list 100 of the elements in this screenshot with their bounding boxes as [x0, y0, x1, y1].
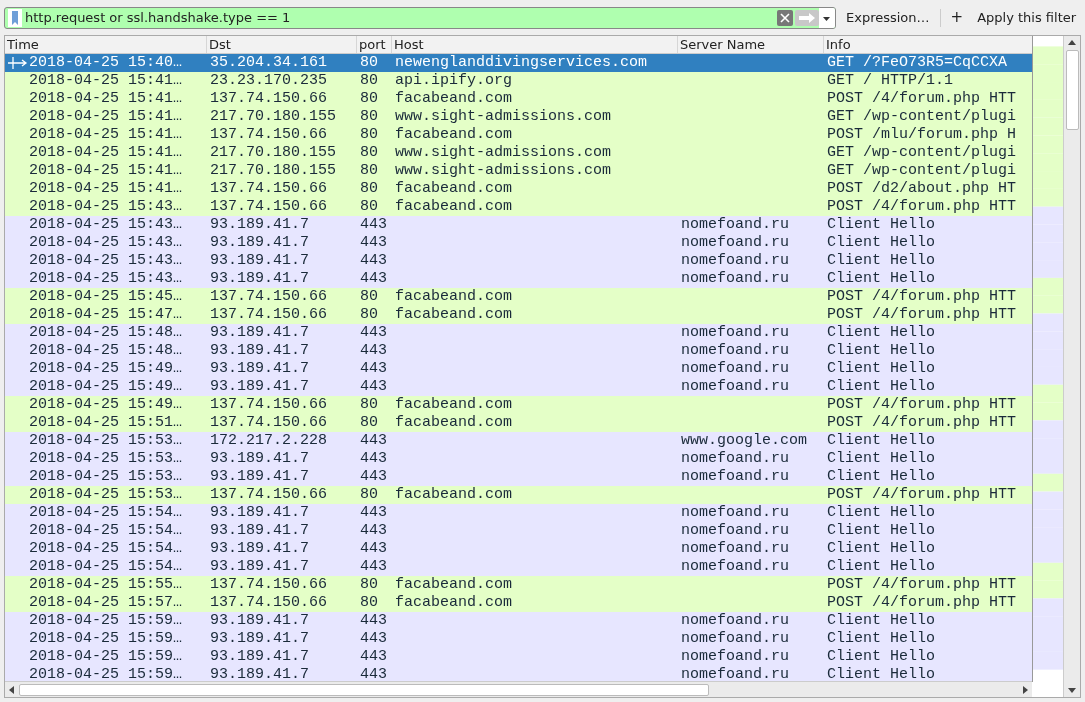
table-cell-text: 93.189.41.7 — [209, 648, 310, 666]
table-cell-text: nomefoand.ru — [680, 270, 790, 288]
packet-row[interactable]: 2018-04-25 15:53… 172.217.2.228 443 www.google.com Client Hello — [5, 432, 1032, 450]
scroll-right-icon[interactable] — [1021, 685, 1029, 694]
packet-row[interactable]: 2018-04-25 15:41… 217.70.180.155 80 www.sight-admissions.com GET /wp-content/plugi — [5, 162, 1032, 180]
table-cell-text: 217.70.180.155 — [209, 108, 337, 126]
filter-field[interactable]: http.request or ssl.handshake.type == 1 — [4, 6, 836, 29]
table-cell-text: POST /4/forum.php HTT — [826, 306, 1017, 324]
table-cell-text: 443 — [359, 324, 387, 342]
table-cell: 2018-04-25 15:59… — [29, 648, 183, 666]
packet-row[interactable]: 2018-04-25 15:59… 93.189.41.7 443 nomefoand.ru Client Hello — [5, 648, 1032, 666]
table-cell-text: Client Hello — [826, 378, 936, 396]
table-cell-text: facabeand.com — [394, 486, 513, 504]
table-cell-text: nomefoand.ru — [680, 468, 790, 486]
table-cell: 2018-04-25 15:59… — [29, 666, 183, 681]
packet-row[interactable]: 2018-04-25 15:41… 23.23.170.235 80 api.ipify.org GET / HTTP/1.1 — [5, 72, 1032, 90]
packet-row[interactable]: 2018-04-25 15:43… 93.189.41.7 443 nomefoand.ru Client Hello — [5, 252, 1032, 270]
packet-row[interactable]: 2018-04-25 15:54… 93.189.41.7 443 nomefoand.ru Client Hello — [5, 540, 1032, 558]
table-cell-text: 443 — [359, 378, 387, 396]
scroll-left-icon[interactable] — [8, 685, 16, 694]
packet-row[interactable]: 2018-04-25 15:49… 93.189.41.7 443 nomefoand.ru Client Hello — [5, 360, 1032, 378]
scrollbar-thumb[interactable] — [1065, 50, 1079, 130]
packet-row[interactable]: 2018-04-25 15:59… 93.189.41.7 443 nomefoand.ru Client Hello — [5, 666, 1032, 681]
table-cell-text: 137.74.150.66 — [209, 396, 328, 414]
table-cell-text: nomefoand.ru — [680, 612, 790, 630]
scroll-up-icon[interactable] — [1068, 39, 1076, 47]
table-cell-text: 443 — [359, 522, 387, 540]
packet-row[interactable]: 2018-04-25 15:41… 217.70.180.155 80 www.sight-admissions.com GET /wp-content/plugi — [5, 108, 1032, 126]
table-cell: 2018-04-25 15:41… — [29, 90, 183, 108]
packet-row[interactable]: 2018-04-25 15:54… 93.189.41.7 443 nomefoand.ru Client Hello — [5, 522, 1032, 540]
packet-row[interactable]: 2018-04-25 15:41… 137.74.150.66 80 facabeand.com POST /mlu/forum.php H — [5, 126, 1032, 144]
packet-row[interactable]: 2018-04-25 15:48… 93.189.41.7 443 nomefoand.ru Client Hello — [5, 324, 1032, 342]
table-cell-text: 93.189.41.7 — [209, 612, 310, 630]
table-cell-text: 80 — [359, 486, 378, 504]
table-cell-text: nomefoand.ru — [680, 378, 790, 396]
table-cell-text: 137.74.150.66 — [209, 180, 328, 198]
packet-row[interactable]: 2018-04-25 15:53… 137.74.150.66 80 facabeand.com POST /4/forum.php HTT — [5, 486, 1032, 504]
table-cell-text: 93.189.41.7 — [209, 630, 310, 648]
packet-row[interactable]: 2018-04-25 15:40… 35.204.34.161 80 newenglanddivingservices.com GET /?FeO73R5=CqCCXA — [5, 54, 1032, 72]
clear-icon[interactable] — [777, 9, 793, 26]
column-header[interactable]: Server Name — [678, 36, 824, 53]
packet-row[interactable]: 2018-04-25 15:49… 93.189.41.7 443 nomefoand.ru Client Hello — [5, 378, 1032, 396]
table-cell-text: POST /4/forum.php HTT — [826, 576, 1017, 594]
packet-row[interactable]: 2018-04-25 15:43… 137.74.150.66 80 facabeand.com POST /4/forum.php HTT — [5, 198, 1032, 216]
table-cell-text: 443 — [359, 234, 387, 252]
table-cell-text: 443 — [359, 558, 387, 576]
add-button[interactable]: + — [946, 6, 968, 29]
table-cell-text: 93.189.41.7 — [209, 378, 310, 396]
table-cell-text: 443 — [359, 468, 387, 486]
vertical-scrollbar[interactable] — [1063, 36, 1080, 697]
table-cell-text: 443 — [359, 666, 387, 681]
apply-filter-button[interactable]: Apply this filter — [973, 7, 1081, 28]
table-cell-text: 93.189.41.7 — [209, 252, 310, 270]
horizontal-scrollbar[interactable] — [5, 681, 1032, 697]
bookmark-icon[interactable] — [8, 8, 22, 27]
packet-row[interactable]: 2018-04-25 15:41… 217.70.180.155 80 www.sight-admissions.com GET /wp-content/plugi — [5, 144, 1032, 162]
packet-row[interactable]: 2018-04-25 15:54… 93.189.41.7 443 nomefoand.ru Client Hello — [5, 504, 1032, 522]
packet-row[interactable]: 2018-04-25 15:59… 93.189.41.7 443 nomefoand.ru Client Hello — [5, 612, 1032, 630]
table-cell-text: 80 — [359, 54, 378, 72]
table-cell-text: 137.74.150.66 — [209, 126, 328, 144]
packet-row[interactable]: 2018-04-25 15:53… 93.189.41.7 443 nomefoand.ru Client Hello — [5, 450, 1032, 468]
table-cell-text: facabeand.com — [394, 198, 513, 216]
table-cell-text: facabeand.com — [394, 594, 513, 612]
table-cell-text: 93.189.41.7 — [209, 450, 310, 468]
column-header[interactable]: Dst — [207, 36, 357, 53]
packet-row[interactable]: 2018-04-25 15:49… 137.74.150.66 80 facabeand.com POST /4/forum.php HTT — [5, 396, 1032, 414]
packet-row[interactable]: 2018-04-25 15:45… 137.74.150.66 80 facabeand.com POST /4/forum.php HTT — [5, 288, 1032, 306]
table-cell-text: Client Hello — [826, 450, 936, 468]
scrollbar-thumb[interactable] — [19, 683, 709, 696]
column-header[interactable]: Host — [392, 36, 678, 53]
table-cell-text: 93.189.41.7 — [209, 666, 310, 681]
packet-row[interactable]: 2018-04-25 15:53… 93.189.41.7 443 nomefoand.ru Client Hello — [5, 468, 1032, 486]
table-cell-text: 137.74.150.66 — [209, 576, 328, 594]
packet-row[interactable]: 2018-04-25 15:55… 137.74.150.66 80 facabeand.com POST /4/forum.php HTT — [5, 576, 1032, 594]
table-cell-text: Client Hello — [826, 234, 936, 252]
packet-row[interactable]: 2018-04-25 15:43… 93.189.41.7 443 nomefoand.ru Client Hello — [5, 234, 1032, 252]
table-cell: 2018-04-25 15:54… — [29, 558, 183, 576]
packet-row[interactable]: 2018-04-25 15:59… 93.189.41.7 443 nomefoand.ru Client Hello — [5, 630, 1032, 648]
table-cell: 2018-04-25 15:41… — [29, 162, 183, 180]
table-cell: 2018-04-25 15:54… — [29, 540, 183, 558]
scroll-down-icon[interactable] — [1068, 686, 1076, 694]
expression-button[interactable]: Expression… — [842, 7, 934, 28]
packet-row[interactable]: 2018-04-25 15:54… 93.189.41.7 443 nomefoand.ru Client Hello — [5, 558, 1032, 576]
column-header[interactable]: Time — [5, 36, 207, 53]
table-cell: 2018-04-25 15:54… — [29, 522, 183, 540]
table-cell-text: 35.204.34.161 — [209, 54, 328, 72]
table-cell: 2018-04-25 15:41… — [29, 180, 183, 198]
packet-row[interactable]: 2018-04-25 15:41… 137.74.150.66 80 facabeand.com POST /4/forum.php HTT — [5, 90, 1032, 108]
table-cell-text: POST /mlu/forum.php H — [826, 126, 1017, 144]
packet-row[interactable]: 2018-04-25 15:51… 137.74.150.66 80 facabeand.com POST /4/forum.php HTT — [5, 414, 1032, 432]
table-cell: 2018-04-25 15:51… — [29, 414, 183, 432]
dropdown-caret-icon[interactable] — [819, 7, 835, 28]
packet-row[interactable]: 2018-04-25 15:47… 137.74.150.66 80 facabeand.com POST /4/forum.php HTT — [5, 306, 1032, 324]
packet-row[interactable]: 2018-04-25 15:41… 137.74.150.66 80 facabeand.com POST /d2/about.php HT — [5, 180, 1032, 198]
packet-row[interactable]: 2018-04-25 15:57… 137.74.150.66 80 facabeand.com POST /4/forum.php HTT — [5, 594, 1032, 612]
packet-row[interactable]: 2018-04-25 15:43… 93.189.41.7 443 nomefoand.ru Client Hello — [5, 216, 1032, 234]
packet-row[interactable]: 2018-04-25 15:48… 93.189.41.7 443 nomefoand.ru Client Hello — [5, 342, 1032, 360]
column-header[interactable]: port — [357, 36, 392, 53]
packet-row[interactable]: 2018-04-25 15:43… 93.189.41.7 443 nomefoand.ru Client Hello — [5, 270, 1032, 288]
table-cell-text: 80 — [359, 288, 378, 306]
